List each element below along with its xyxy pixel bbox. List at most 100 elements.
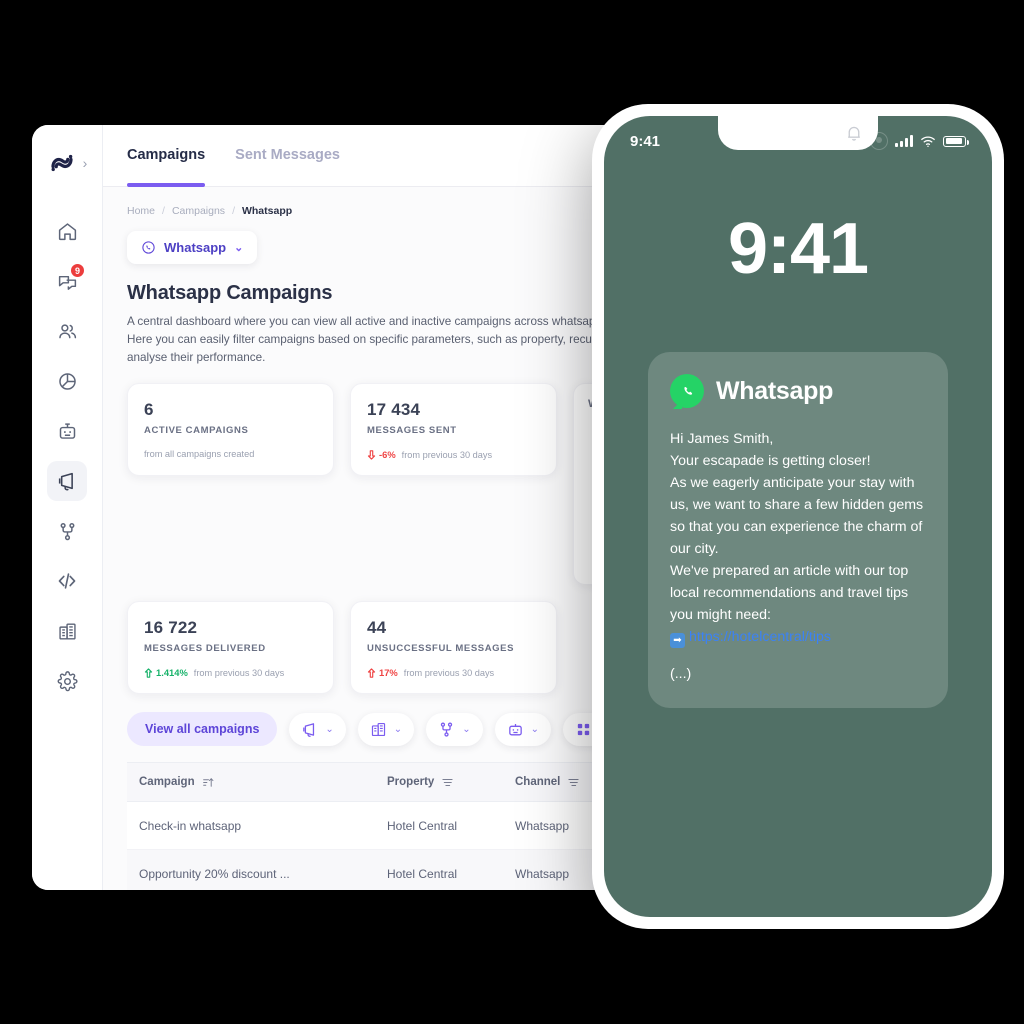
status-bar-icons	[870, 132, 969, 150]
arrow-right-icon: ➡	[670, 633, 685, 649]
sidebar-item-workflows[interactable]	[47, 511, 87, 551]
stat-value: 44	[367, 618, 387, 638]
whatsapp-notification-card[interactable]: Whatsapp Hi James Smith, Your escapade i…	[648, 352, 948, 709]
tab-sent-messages[interactable]: Sent Messages	[235, 147, 340, 186]
notification-link[interactable]: https://hotelcentral/tips	[689, 629, 831, 645]
view-all-campaigns-button[interactable]: View all campaigns	[127, 712, 278, 747]
stat-delta-value: -6%	[379, 449, 396, 461]
sidebar-item-home[interactable]	[47, 211, 87, 251]
sidebar-item-properties[interactable]	[47, 611, 87, 651]
notification-line: Your escapade is getting closer!	[670, 453, 871, 469]
stat-footer: 1.414% from previous 30 days	[144, 667, 317, 678]
notification-link-row[interactable]: ➡ https://hotelcentral/tips	[670, 626, 926, 649]
arrow-down-icon	[367, 450, 376, 460]
grid-icon	[577, 723, 590, 736]
sidebar-item-chatbot[interactable]	[47, 411, 87, 451]
sidebar-logo-row[interactable]: ›	[47, 139, 88, 187]
column-header-property[interactable]: Property	[387, 776, 515, 789]
tab-campaigns[interactable]: Campaigns	[127, 147, 206, 187]
home-icon	[58, 222, 76, 240]
robot-icon	[59, 422, 75, 439]
filter-recurrence[interactable]: ⌄	[426, 712, 483, 746]
battery-icon	[943, 135, 969, 147]
filter-icon	[442, 778, 453, 786]
stat-label: MESSAGES SENT	[367, 425, 457, 437]
filter-property[interactable]: ⌄	[357, 712, 415, 746]
whatsapp-glyph-icon	[683, 386, 692, 395]
sidebar-nav: 9	[32, 211, 102, 701]
sidebar-item-developers[interactable]	[47, 561, 87, 601]
cell-property: Hotel Central	[387, 818, 458, 833]
stat-footer: from all campaigns created	[144, 449, 317, 459]
sidebar-expand-chevron-icon[interactable]: ›	[83, 156, 88, 170]
status-bar-time: 9:41	[630, 132, 661, 150]
face-id-icon	[870, 132, 888, 150]
stat-footer-text: from all campaigns created	[144, 449, 255, 460]
megaphone-icon	[58, 472, 73, 491]
sidebar-item-settings[interactable]	[47, 661, 87, 701]
stat-card-messages-sent: 17 434 MESSAGES SENT -6% from previous 3…	[350, 383, 557, 477]
filter-channel[interactable]: ⌄	[494, 712, 551, 746]
stat-delta-value: 1.414%	[156, 667, 188, 679]
flow-branch-icon	[60, 522, 74, 540]
sidebar-item-messages[interactable]: 9	[47, 261, 87, 301]
chevron-down-icon: ⌄	[462, 723, 471, 735]
messages-badge: 9	[70, 263, 85, 278]
chevron-down-icon: ⌄	[325, 723, 334, 735]
notification-line: We've prepared an article with our top l…	[670, 563, 909, 623]
notification-app-name: Whatsapp	[716, 376, 834, 405]
sort-icon	[202, 778, 214, 787]
filter-icon	[568, 778, 579, 786]
column-label: Channel	[515, 776, 561, 789]
stat-value: 16 722	[144, 618, 198, 638]
sidebar-item-guests[interactable]	[47, 311, 87, 351]
chevron-down-icon: ⌄	[393, 723, 403, 735]
column-label: Property	[387, 776, 435, 789]
building-icon	[371, 722, 385, 736]
pie-chart-icon	[58, 372, 76, 390]
screenshot-stage: › 9 Campaigns Sent Messages Home / Campa…	[0, 0, 1024, 1024]
column-header-campaign[interactable]: Campaign	[139, 776, 387, 789]
notification-more-indicator: (...)	[670, 666, 692, 683]
stat-delta-value: 17%	[379, 667, 398, 679]
stat-footer: 17% from previous 30 days	[367, 667, 540, 678]
notification-line: Hi James Smith,	[670, 431, 774, 447]
chevron-down-icon: ⌄	[234, 242, 244, 254]
stat-label: ACTIVE CAMPAIGNS	[144, 425, 249, 437]
breadcrumb-campaigns[interactable]: Campaigns	[172, 205, 225, 217]
stat-footer-text: from previous 30 days	[401, 449, 493, 460]
stat-card-messages-delivered: 16 722 MESSAGES DELIVERED 1.414% from pr…	[127, 601, 334, 695]
stat-value: 6	[144, 400, 154, 420]
sidebar-item-analytics[interactable]	[47, 361, 87, 401]
sidebar-item-campaigns[interactable]	[47, 461, 87, 501]
breadcrumb-separator: /	[162, 205, 165, 217]
stat-label: MESSAGES DELIVERED	[144, 643, 266, 655]
channel-select-dropdown[interactable]: Whatsapp ⌄	[127, 231, 258, 264]
sidebar: › 9	[32, 125, 103, 890]
stat-footer-text: from previous 30 days	[193, 667, 285, 678]
robot-icon	[508, 723, 522, 736]
cell-campaign: Check-in whatsapp	[139, 818, 242, 833]
phone-screen: 9:41 9:41 Whatsapp Hi James Smith, Your …	[604, 116, 992, 917]
column-label: Campaign	[139, 776, 195, 789]
stat-delta: 1.414%	[144, 667, 188, 678]
filter-campaign-type[interactable]: ⌄	[289, 712, 346, 746]
stat-footer-text: from previous 30 days	[403, 667, 495, 678]
cell-campaign: Opportunity 20% discount ...	[139, 866, 290, 881]
stat-card-active-campaigns: 6 ACTIVE CAMPAIGNS from all campaigns cr…	[127, 383, 334, 477]
gear-icon	[57, 670, 77, 691]
wifi-icon	[921, 135, 935, 147]
stat-delta: -6%	[367, 449, 396, 460]
flow-branch-icon	[441, 722, 453, 737]
stat-footer: -6% from previous 30 days	[367, 449, 540, 460]
arrow-up-icon	[144, 668, 153, 678]
channel-select-label: Whatsapp	[164, 240, 227, 255]
breadcrumb-current: Whatsapp	[241, 205, 293, 217]
building-icon	[58, 622, 76, 640]
breadcrumb-separator: /	[232, 205, 235, 217]
breadcrumb-home[interactable]: Home	[127, 205, 155, 217]
notification-header: Whatsapp	[670, 374, 926, 408]
stat-delta: 17%	[367, 667, 398, 678]
phone-mockup: 9:41 9:41 Whatsapp Hi James Smith, Your …	[592, 104, 1004, 929]
code-icon	[58, 573, 76, 589]
